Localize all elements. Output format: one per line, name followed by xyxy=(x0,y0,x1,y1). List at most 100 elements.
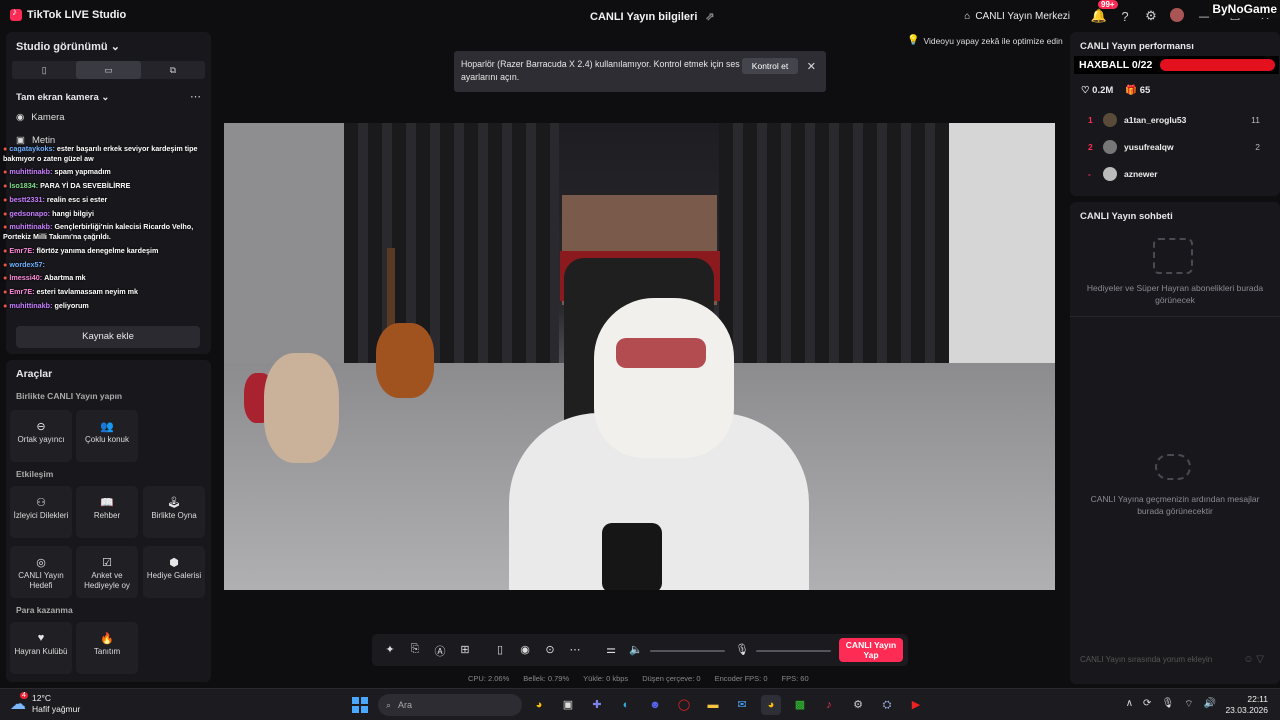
date: 23.03.2026 xyxy=(1225,705,1268,715)
windows-taskbar: ☁ 4 12°C Hafif yağmur ⌕ Ara ◕ ▣ ✚ ◐ ☻ ◯ ▬… xyxy=(0,688,1280,720)
gift-box-icon xyxy=(1153,238,1193,274)
chat-overlay-line: ● wordex57: xyxy=(3,260,213,270)
leaderboard-row[interactable]: - aznewer xyxy=(1088,166,1260,182)
fan-club-button[interactable]: ♥ Hayran Kulübü xyxy=(10,622,72,674)
chrome-active-icon[interactable]: ◕ xyxy=(761,695,781,715)
microphone-icon[interactable]: 🎙 xyxy=(734,643,750,656)
sync-icon[interactable]: ⟳ xyxy=(1143,698,1151,711)
go-live-button[interactable]: CANLI Yayın Yap xyxy=(839,638,903,662)
live-info-title[interactable]: CANLI Yayın bilgileri ⇗ xyxy=(590,10,715,24)
teams-icon[interactable]: ✚ xyxy=(587,695,607,715)
chat-overlay-line: ● bestt2331: realin esc si ester xyxy=(3,195,213,205)
opera-icon[interactable]: ◯ xyxy=(674,695,694,715)
poll-button[interactable]: ☑ Anket ve Hediyeyle oy xyxy=(76,546,138,598)
mixer-icon[interactable]: ⚌ xyxy=(603,643,619,656)
user-badge-icon: ● xyxy=(3,194,8,204)
cohost-button[interactable]: ⊖ Ortak yayıncı xyxy=(10,410,72,462)
viewer-requests-button[interactable]: ⚇ İzleyici Dilekleri xyxy=(10,486,72,538)
volume-icon[interactable]: 🔊 xyxy=(1204,698,1216,711)
gift-gallery-button[interactable]: ⬢ Hediye Galerisi xyxy=(143,546,205,598)
help-icon[interactable]: ? xyxy=(1112,9,1138,24)
magic-wand-icon[interactable]: ✦ xyxy=(382,643,398,656)
live-center-button[interactable]: ⌂ CANLI Yayın Merkezi xyxy=(964,11,1070,22)
steam-icon[interactable]: ⛭ xyxy=(877,695,897,715)
game-icon[interactable]: ▩ xyxy=(790,695,810,715)
joystick-icon: 🕹 xyxy=(167,497,181,509)
tiktok-studio-icon[interactable]: ♪ xyxy=(819,695,839,715)
edge-icon[interactable]: ◐ xyxy=(616,695,636,715)
stat-item: Düşen çerçeve: 0 xyxy=(642,674,701,683)
username: yusufrealqw xyxy=(1124,142,1174,152)
chevron-up-icon[interactable]: ∧ xyxy=(1126,698,1133,711)
gift-icon: 🎁 xyxy=(1125,85,1140,96)
stat-item: Bellek: 0.79% xyxy=(523,674,570,683)
split-view-button[interactable]: ⧉ xyxy=(141,61,205,79)
leaderboard-row[interactable]: 1 a1tan_eroglu53 11 xyxy=(1088,112,1260,128)
notification-bell-icon[interactable]: 🔔 99+ xyxy=(1086,0,1118,24)
teddy-bear xyxy=(264,353,339,463)
file-explorer-icon[interactable]: ▬ xyxy=(703,695,723,715)
close-icon[interactable]: ✕ xyxy=(807,60,816,73)
stat-item: CPU: 2.06% xyxy=(468,674,510,683)
landscape-view-button[interactable]: ▭ xyxy=(76,61,141,79)
target-icon: ◎ xyxy=(36,557,46,569)
phone-icon[interactable]: ▯ xyxy=(492,643,508,656)
source-item-camera[interactable]: ◉ Kamera xyxy=(16,112,65,123)
chevron-down-icon: ⌄ xyxy=(110,41,120,53)
time: 22:11 xyxy=(1247,694,1268,704)
chat-input[interactable]: CANLI Yayın sırasında yorum ekleyin xyxy=(1078,652,1238,668)
add-source-button[interactable]: Kaynak ekle xyxy=(16,326,200,348)
speaker-icon[interactable]: 🔈 xyxy=(628,643,644,656)
guide-button[interactable]: 📖 Rehber xyxy=(76,486,138,538)
clock[interactable]: 22:11 23.03.2026 xyxy=(1225,694,1268,716)
taskbar-search[interactable]: ⌕ Ara xyxy=(378,694,522,716)
discord-icon[interactable]: ☻ xyxy=(645,695,665,715)
more-icon[interactable]: ⋯ xyxy=(567,643,583,656)
translate-icon[interactable]: ⎘ xyxy=(407,643,423,656)
share-arrow-icon[interactable]: ⇗ xyxy=(705,10,714,23)
focus-icon[interactable]: ⊙ xyxy=(542,643,558,656)
profile-avatar[interactable] xyxy=(1164,7,1190,25)
speaker-volume-slider[interactable] xyxy=(650,650,725,652)
weather-widget[interactable]: ☁ 4 12°C Hafif yağmur xyxy=(10,692,80,715)
settings-icon[interactable]: ⚙ xyxy=(848,695,868,715)
check-button[interactable]: Kontrol et xyxy=(742,58,798,74)
guitar xyxy=(376,323,434,398)
mic-tray-icon[interactable]: 🎙 xyxy=(1161,698,1174,711)
stat-item: FPS: 60 xyxy=(781,674,809,683)
rain-cloud-icon: ☁ 4 xyxy=(10,692,28,713)
play-together-button[interactable]: 🕹 Birlikte Oyna xyxy=(143,486,205,538)
chat-username: muhittinakb: xyxy=(9,222,53,232)
studio-view-dropdown[interactable]: Studio görünümü ⌄ xyxy=(16,40,120,53)
ai-icon[interactable]: Ⓐ xyxy=(432,643,448,659)
portrait-view-button[interactable]: ▯ xyxy=(12,61,76,79)
settings-gear-icon[interactable]: ⚙ xyxy=(1138,8,1164,24)
add-media-icon[interactable]: ⊞ xyxy=(457,643,473,656)
emoji-icon[interactable]: ☺ ▽ xyxy=(1243,654,1264,665)
record-icon[interactable]: ◉ xyxy=(517,643,533,656)
gifts-empty-text: Hediyeler ve Süper Hayran abonelikleri b… xyxy=(1086,283,1264,305)
task-view-icon[interactable]: ▣ xyxy=(558,695,578,715)
media-player-icon[interactable]: ▶ xyxy=(906,695,926,715)
search-icon: ⌕ xyxy=(386,699,392,710)
chat-message: Abartma mk xyxy=(44,273,86,283)
scene-dropdown[interactable]: Tam ekran kamera ⌄ xyxy=(16,92,109,103)
more-options-icon[interactable]: ⋯ xyxy=(190,90,201,103)
tiktok-logo-icon xyxy=(10,7,22,21)
mic-volume-slider[interactable] xyxy=(756,650,831,652)
mail-icon[interactable]: ✉ xyxy=(732,695,752,715)
multi-guest-button[interactable]: 👥 Çoklu konuk xyxy=(76,410,138,462)
leaderboard-row[interactable]: 2 yusufrealqw 2 xyxy=(1088,139,1260,155)
wifi-icon[interactable]: ⌔ xyxy=(1184,698,1193,711)
promote-button[interactable]: 🔥 Tanıtım xyxy=(76,622,138,674)
system-tray: ∧ ⟳ 🎙 ⌔ 🔊 xyxy=(1126,698,1216,711)
chat-username: gedsonapo: xyxy=(9,208,51,218)
chrome-icon[interactable]: ◕ xyxy=(529,695,549,715)
user-badge-icon: ● xyxy=(3,259,8,269)
rank: - xyxy=(1088,169,1091,179)
ai-optimize-link[interactable]: 💡 Videoyu yapay zekâ ile optimize edin xyxy=(907,35,1063,46)
chat-message: flörtöz yanıma denegelme kardeşim xyxy=(36,245,159,255)
book-icon: 📖 xyxy=(100,497,114,509)
windows-start-icon[interactable] xyxy=(352,697,368,713)
live-goal-button[interactable]: ◎ CANLI Yayın Hedefi xyxy=(10,546,72,598)
